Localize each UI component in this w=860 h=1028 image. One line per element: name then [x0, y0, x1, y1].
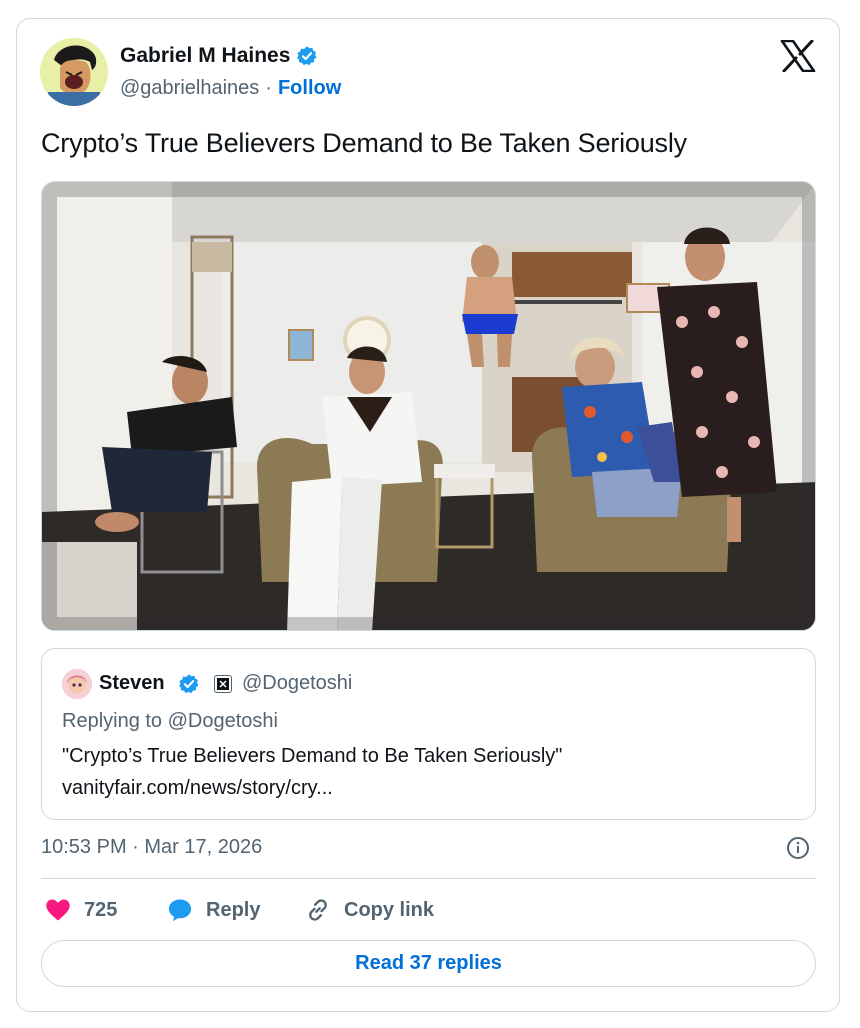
like-count: 725 [84, 898, 118, 921]
info-icon[interactable] [786, 836, 810, 860]
copy-link-label: Copy link [344, 898, 435, 921]
reply-label: Reply [206, 898, 261, 921]
like-button[interactable]: 725 [44, 896, 117, 924]
author-avatar[interactable] [40, 38, 108, 106]
quote-replying-to: Replying to @Dogetoshi [62, 710, 278, 732]
reply-button[interactable]: Reply [166, 896, 260, 924]
tweet-text: Crypto’s True Believers Demand to Be Tak… [41, 128, 687, 158]
x-logo-icon[interactable] [780, 40, 816, 72]
tweet-timestamp[interactable]: 10:53 PM · Mar 17, 2026 [41, 836, 262, 859]
verified-badge-icon [297, 46, 317, 66]
author-handle[interactable]: @gabrielhaines [120, 77, 259, 100]
speech-bubble-icon [168, 899, 192, 922]
heart-icon [46, 899, 70, 921]
author-handle-row: @gabrielhaines · Follow [120, 77, 341, 100]
author-name-row: Gabriel M Haines [120, 44, 318, 68]
read-replies-button[interactable]: Read 37 replies [41, 940, 816, 987]
divider [41, 878, 816, 879]
quote-author-handle: @Dogetoshi [242, 672, 353, 694]
affiliation-badge-icon [214, 675, 232, 693]
follow-button[interactable]: Follow [278, 77, 341, 100]
link-icon [309, 899, 327, 921]
copy-link-button[interactable]: Copy link [304, 896, 434, 924]
quote-link[interactable]: vanityfair.com/news/story/cry... [62, 777, 333, 800]
quote-author-name: Steven [99, 672, 165, 694]
tweet-photo[interactable] [41, 181, 816, 631]
separator-dot: · [265, 77, 272, 99]
quote-author-avatar[interactable] [62, 669, 92, 699]
quote-text: "Crypto’s True Believers Demand to Be Ta… [62, 745, 563, 767]
verified-badge-icon [179, 674, 199, 694]
author-name[interactable]: Gabriel M Haines [120, 44, 290, 68]
quoted-tweet[interactable]: Steven @Dogetoshi Replying to @Dogetoshi… [41, 648, 816, 820]
